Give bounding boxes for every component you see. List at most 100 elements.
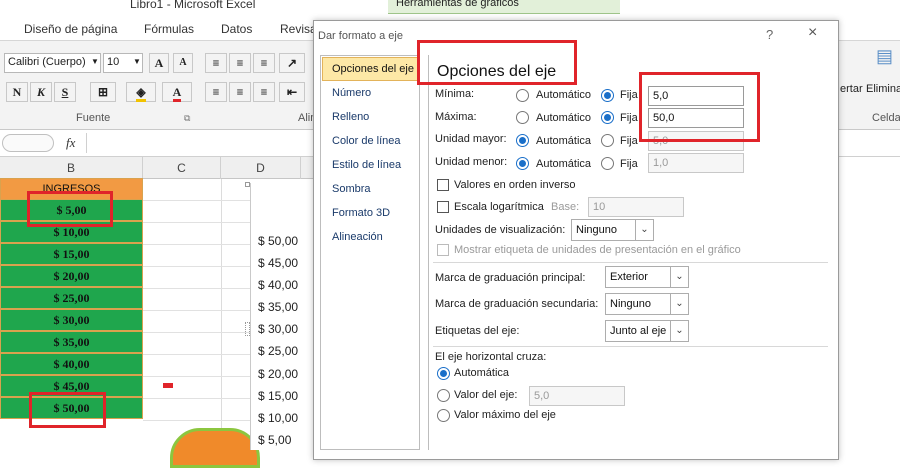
nav-line-style[interactable]: Estilo de línea (332, 159, 401, 171)
align-left-button[interactable]: ≡ (205, 82, 227, 102)
show-units-checkbox[interactable] (437, 244, 449, 256)
annotation-box (29, 392, 106, 428)
orange-shape (170, 428, 260, 468)
align-center-button[interactable]: ≡ (229, 82, 251, 102)
gridline (143, 310, 253, 311)
reverse-order-checkbox[interactable] (437, 179, 449, 191)
align-middle-button[interactable]: ≡ (229, 53, 251, 73)
tab-review[interactable]: Revisa (280, 22, 317, 36)
display-units-label: Unidades de visualización: (435, 224, 566, 236)
align-top-button[interactable]: ≡ (205, 53, 227, 73)
gridline (143, 266, 253, 267)
major-unit-fixed-radio[interactable] (601, 134, 614, 147)
table-row[interactable]: $ 40,00 (0, 353, 143, 375)
borders-button[interactable]: ⊞ (90, 82, 116, 102)
italic-button[interactable]: K (30, 82, 52, 102)
name-box[interactable] (2, 134, 54, 152)
tab-page-layout[interactable]: Diseño de página (24, 22, 117, 36)
formula-input[interactable] (86, 133, 316, 153)
major-unit-fixed-label[interactable]: Fija (620, 135, 638, 147)
dialog-title: Dar formato a eje (318, 30, 403, 42)
major-tick-select[interactable]: Exterior ⌄ (605, 266, 689, 288)
gridline (143, 244, 253, 245)
orientation-button[interactable]: ↗ (279, 53, 305, 73)
table-row[interactable]: $ 35,00 (0, 331, 143, 353)
crosses-max-radio[interactable] (437, 409, 450, 422)
major-unit-auto-radio[interactable] (516, 134, 529, 147)
indent-button[interactable]: ⇤ (279, 82, 305, 102)
tab-formulas[interactable]: Fórmulas (144, 22, 194, 36)
tab-data[interactable]: Datos (221, 22, 252, 36)
nav-axis-options[interactable]: Opciones del eje (332, 63, 414, 75)
shrink-font-button[interactable]: A (173, 53, 193, 73)
delete-cells-icon[interactable]: ▤ (876, 46, 896, 76)
table-row[interactable]: $ 15,00 (0, 243, 143, 265)
indent-icon: ⇤ (286, 85, 298, 99)
nav-fill[interactable]: Relleno (332, 111, 369, 123)
crosses-auto-label[interactable]: Automática (454, 367, 509, 379)
show-units-label: Mostrar etiqueta de unidades de presenta… (454, 244, 741, 256)
crosses-value-input[interactable]: 5,0 (529, 386, 625, 406)
gridline (143, 420, 253, 421)
nav-3d-format[interactable]: Formato 3D (332, 207, 390, 219)
chevron-down-icon: ⌄ (635, 220, 653, 240)
minor-unit-auto-radio[interactable] (516, 157, 529, 170)
display-units-select[interactable]: Ninguno ⌄ (571, 219, 654, 241)
font-name-select[interactable]: Calibri (Cuerpo) ▼ (4, 53, 101, 73)
maximum-fixed-radio[interactable] (601, 111, 614, 124)
font-size-select[interactable]: 10 ▼ (103, 53, 143, 73)
insert-cells-label[interactable]: ertar (840, 83, 863, 95)
crosses-max-label[interactable]: Valor máximo del eje (454, 409, 556, 421)
minor-unit-fixed-radio[interactable] (601, 157, 614, 170)
nav-shadow[interactable]: Sombra (332, 183, 371, 195)
help-icon[interactable]: ? (766, 27, 773, 42)
base-input[interactable]: 10 (588, 197, 684, 217)
fill-color-button[interactable]: ◈ (126, 82, 156, 102)
nav-number[interactable]: Número (332, 87, 371, 99)
maximum-auto-radio[interactable] (516, 111, 529, 124)
minimum-fixed-label[interactable]: Fija (620, 89, 638, 101)
chart-area[interactable] (250, 183, 320, 450)
maximum-fixed-label[interactable]: Fija (620, 112, 638, 124)
bold-button[interactable]: N (6, 82, 28, 102)
dialog-launcher-icon[interactable]: ⧉ (184, 113, 190, 124)
y-tick-label: $ 50,00 (258, 234, 299, 248)
column-header-d[interactable]: D (221, 157, 301, 179)
minor-unit-auto-label[interactable]: Automática (536, 158, 591, 170)
underline-button[interactable]: S (54, 82, 76, 102)
minor-tick-select[interactable]: Ninguno ⌄ (605, 293, 689, 315)
crosses-auto-radio[interactable] (437, 367, 450, 380)
table-row[interactable]: $ 20,00 (0, 265, 143, 287)
separator (433, 262, 828, 263)
log-scale-label[interactable]: Escala logarítmica (454, 201, 544, 213)
reverse-order-label[interactable]: Valores en orden inverso (454, 179, 575, 191)
delete-cells-label[interactable]: Elimina (866, 83, 900, 95)
close-icon[interactable]: × (808, 24, 817, 42)
grow-font-button[interactable]: A (149, 53, 169, 73)
chart-resize-handle[interactable] (245, 322, 250, 336)
minimum-fixed-radio[interactable] (601, 89, 614, 102)
column-header-b[interactable]: B (0, 157, 143, 179)
column-header-c[interactable]: C (143, 157, 221, 179)
align-right-button[interactable]: ≡ (253, 82, 275, 102)
insert-function-icon[interactable]: fx (66, 135, 75, 151)
log-scale-checkbox[interactable] (437, 201, 449, 213)
table-row[interactable]: $ 25,00 (0, 287, 143, 309)
minimum-label: Mínima: (435, 88, 475, 100)
minor-unit-fixed-label[interactable]: Fija (620, 158, 638, 170)
minimum-auto-radio[interactable] (516, 89, 529, 102)
minimum-auto-label[interactable]: Automático (536, 89, 591, 101)
crosses-value-radio[interactable] (437, 389, 450, 402)
crosses-value-label[interactable]: Valor del eje: (454, 389, 517, 401)
major-unit-auto-label[interactable]: Automática (536, 135, 591, 147)
minor-unit-input[interactable]: 1,0 (648, 153, 744, 173)
font-color-button[interactable]: A (162, 82, 192, 102)
nav-line-color[interactable]: Color de línea (332, 135, 401, 147)
align-bottom-button[interactable]: ≡ (253, 53, 275, 73)
table-row[interactable]: $ 30,00 (0, 309, 143, 331)
axis-labels-select[interactable]: Junto al eje ⌄ (605, 320, 689, 342)
chart-resize-handle[interactable] (245, 182, 250, 187)
maximum-auto-label[interactable]: Automático (536, 112, 591, 124)
axis-labels-value: Junto al eje (610, 325, 667, 337)
nav-alignment[interactable]: Alineación (332, 231, 383, 243)
